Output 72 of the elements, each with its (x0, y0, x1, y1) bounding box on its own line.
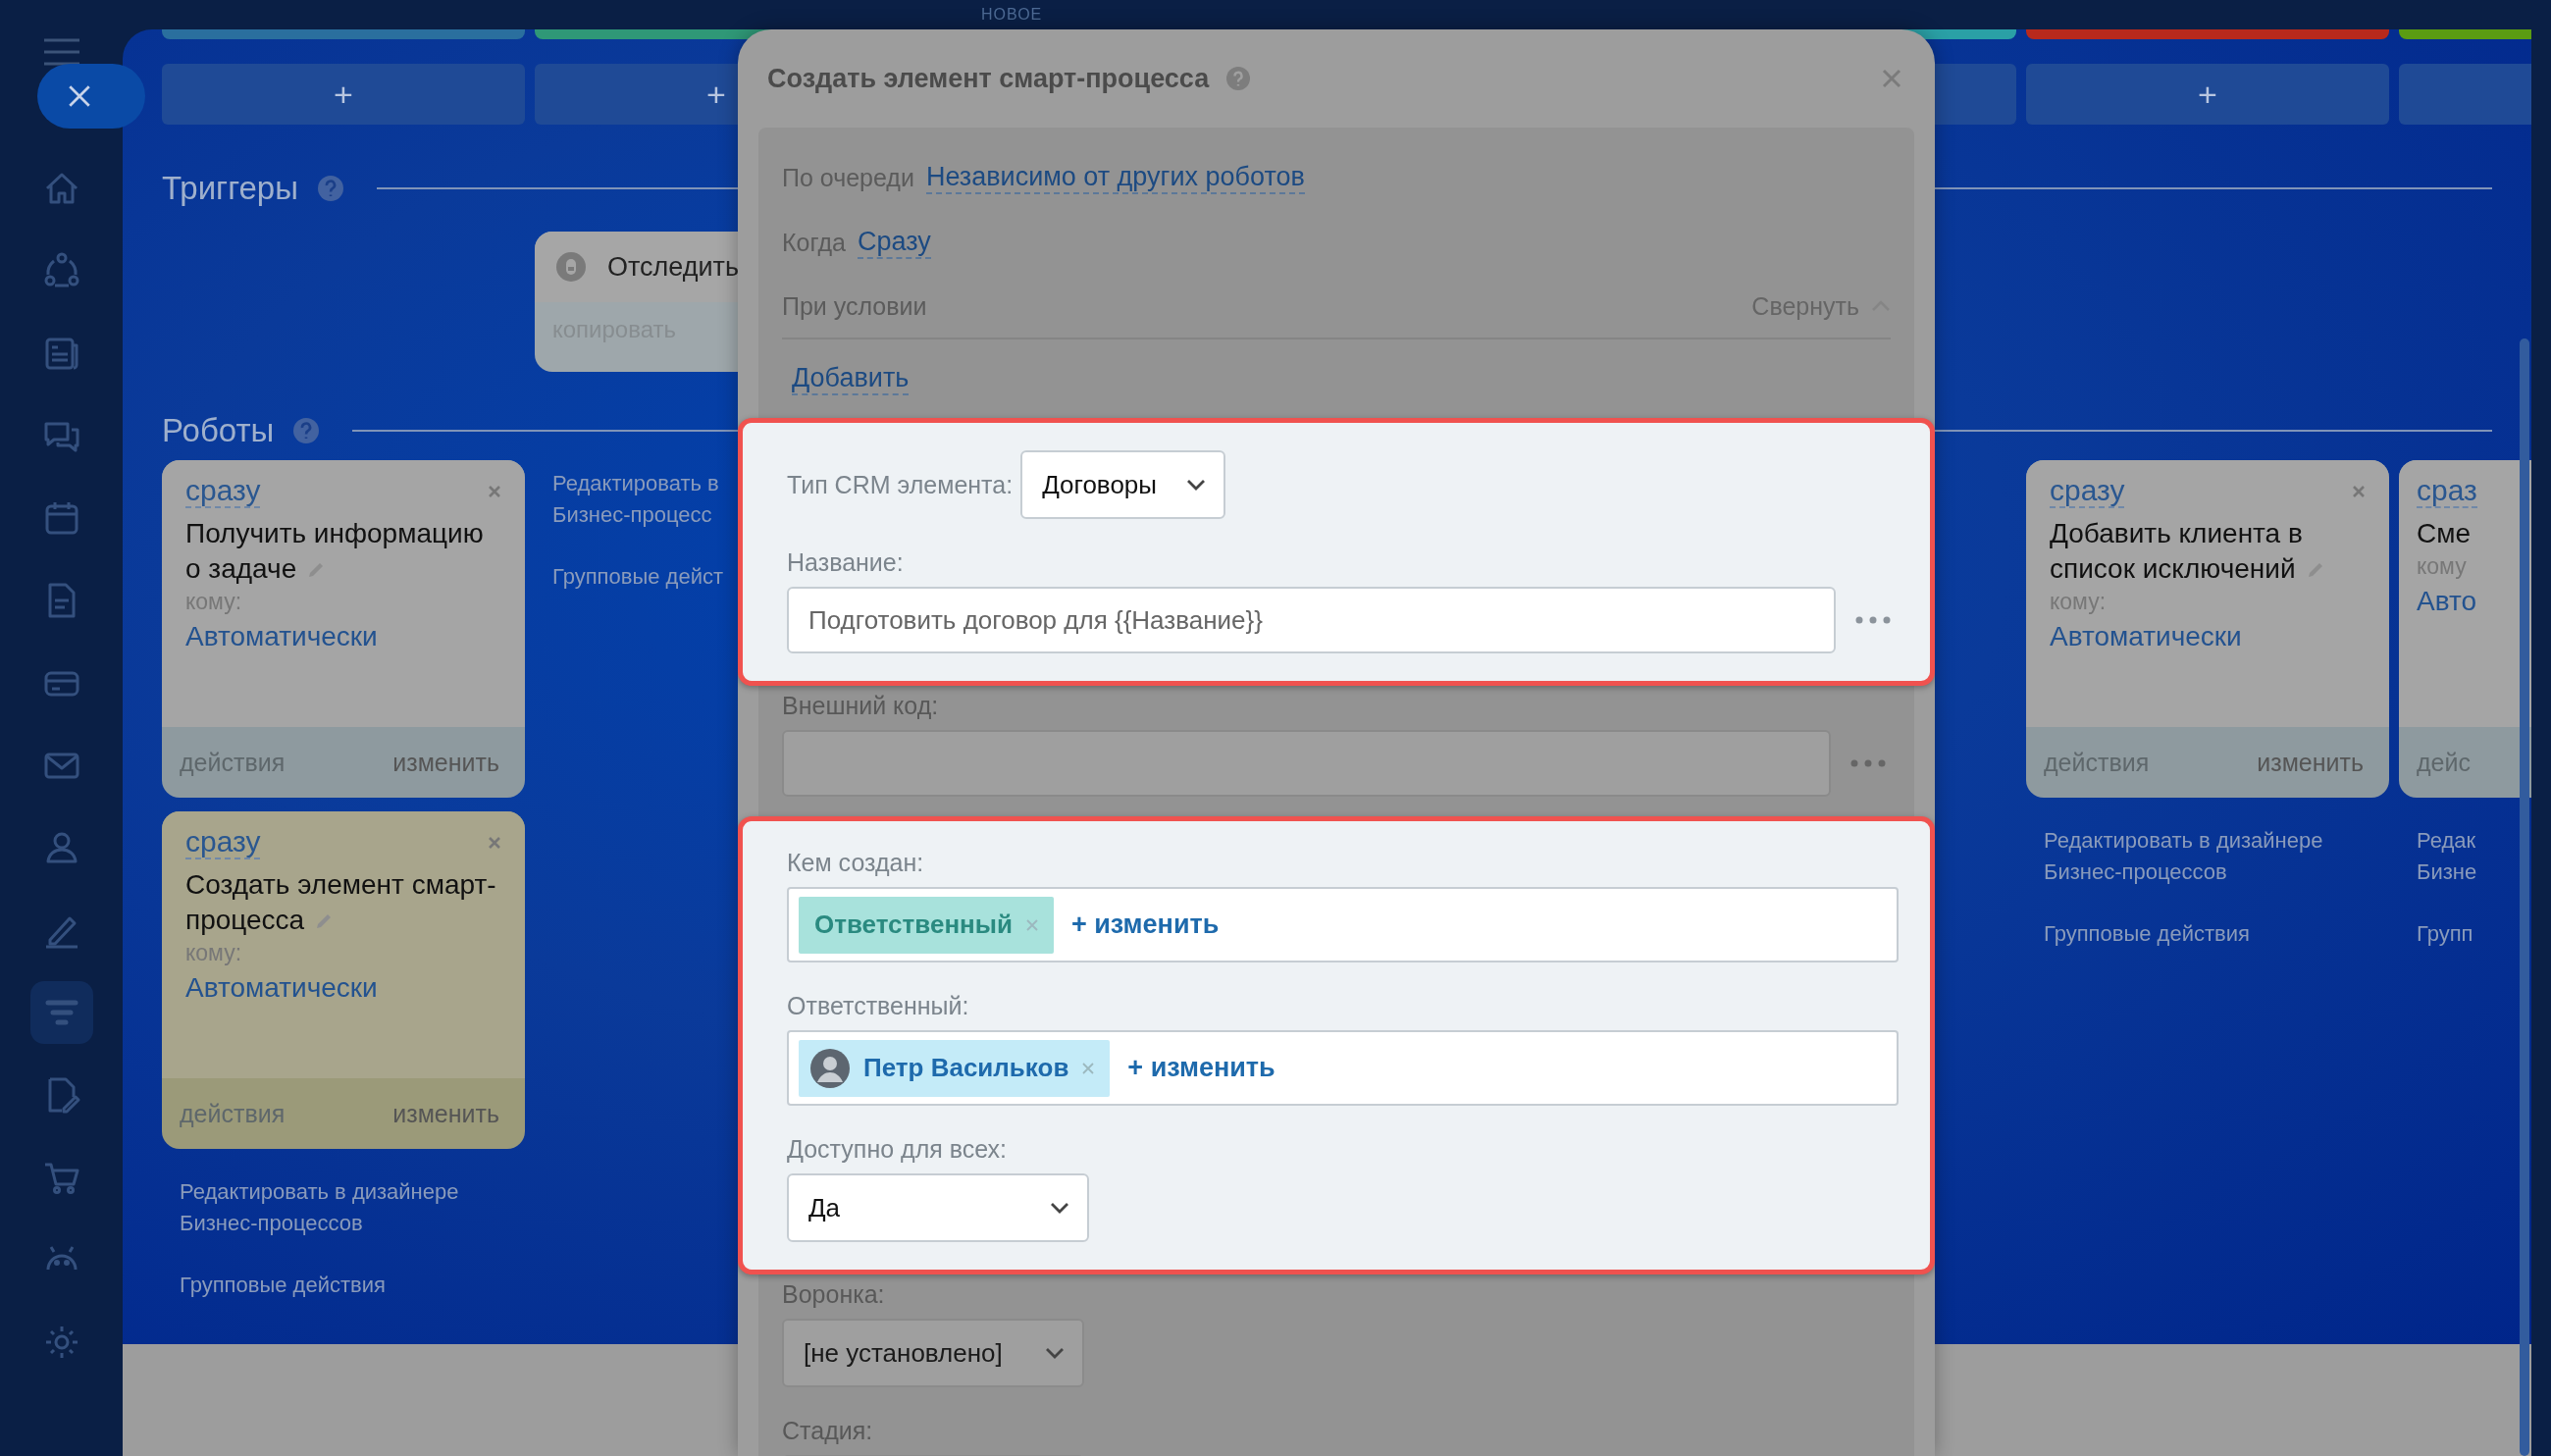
edit-link[interactable]: изменить (392, 1099, 499, 1128)
help-icon[interactable] (317, 176, 343, 201)
select-field[interactable]: Да (787, 1173, 1089, 1242)
field-label: Воронка: (782, 1280, 886, 1309)
chevron-down-icon (1045, 1347, 1065, 1359)
field-label: Доступно для всех: (787, 1135, 1008, 1164)
add-button[interactable]: + (162, 64, 525, 125)
edit-link[interactable]: изменить (392, 748, 499, 777)
section-title: Триггеры (162, 170, 298, 207)
text-field[interactable]: Подготовить договор для {{Название}} (787, 587, 1836, 653)
close-icon[interactable] (1882, 69, 1901, 88)
add-condition-link[interactable]: Добавить (792, 361, 910, 396)
remove-icon[interactable] (1026, 918, 1038, 931)
field-label: Ответственный: (787, 992, 970, 1020)
help-icon[interactable] (1226, 67, 1251, 90)
menu-icon[interactable] (41, 37, 81, 67)
help-icon[interactable] (293, 418, 320, 443)
timing-link[interactable]: сраз (2417, 474, 2477, 508)
edit-link[interactable]: изменить (2257, 748, 2364, 777)
robot-title: Создать элемент смарт-процесса (185, 868, 497, 937)
field-label: Кем создан: (787, 849, 925, 877)
timing-link[interactable]: сразу (185, 825, 261, 859)
section-title: Роботы (162, 412, 275, 449)
user-name: Петр Васильков (863, 1053, 1069, 1083)
add-button[interactable]: + (2026, 64, 2389, 125)
trigger-title: Отследить (607, 251, 739, 283)
remove-icon[interactable] (1082, 1062, 1095, 1074)
designer-link[interactable]: Редактировать в дизайнере Бизнес-процессов (2026, 825, 2389, 888)
recipient-link[interactable]: Автоматически (2050, 621, 2366, 652)
timing-link[interactable]: сразу (2050, 474, 2125, 508)
select-field[interactable]: Договоры (1020, 450, 1225, 519)
actions-link[interactable]: действия (180, 1099, 286, 1128)
more-icon[interactable] (1855, 616, 1891, 624)
recipient-link[interactable]: Автоматически (185, 972, 501, 1004)
field-label: Название: (787, 548, 905, 577)
group-actions-link[interactable]: Групп (2399, 921, 2531, 947)
user-tag[interactable]: Петр Васильков (799, 1039, 1111, 1097)
recipient-link[interactable]: Авто (2417, 586, 2531, 617)
more-icon[interactable] (1850, 759, 1886, 767)
recipient-link[interactable]: Автоматически (185, 621, 501, 652)
select-field[interactable]: [не установлено] (782, 1319, 1084, 1387)
field-label: Тип CRM элемента: (787, 470, 1014, 499)
designer-link[interactable]: Редак Бизне (2399, 825, 2531, 888)
close-icon[interactable] (488, 484, 501, 498)
close-icon (67, 83, 92, 109)
avatar-icon (810, 1048, 850, 1088)
group-actions-link[interactable]: Групповые действия (162, 1273, 525, 1298)
field-label: Внешний код: (782, 692, 940, 720)
user-selector-field[interactable]: Ответственный + изменить (787, 887, 1899, 962)
queue-link[interactable]: Независимо от других роботов (925, 160, 1305, 195)
designer-link[interactable]: Редактировать в дизайнере Бизнес-процессов (162, 1176, 525, 1239)
change-link[interactable]: + изменить (1127, 1053, 1276, 1083)
user-name: Ответственный (814, 910, 1013, 940)
robot-title: Добавить клиента в список исключений (2050, 516, 2366, 587)
field-label: Стадия: (782, 1417, 874, 1445)
timing-link[interactable]: сразу (185, 474, 261, 508)
change-link[interactable]: + изменить (1071, 910, 1220, 940)
scrollbar[interactable] (2520, 338, 2529, 1456)
close-icon[interactable] (2352, 484, 2366, 498)
when-link[interactable]: Сразу (857, 225, 931, 260)
queue-label: По очереди (782, 163, 914, 192)
user-tag[interactable]: Ответственный (799, 896, 1054, 954)
user-selector-field[interactable]: Петр Васильков + изменить (787, 1030, 1899, 1106)
sidebar-item[interactable] (29, 981, 93, 1044)
robot-title: Получить информацию о задаче (185, 517, 485, 586)
chevron-down-icon (1186, 479, 1206, 491)
group-actions-link[interactable]: Групповые действия (2026, 921, 2389, 947)
close-icon[interactable] (488, 835, 501, 850)
robot-title: Сме (2417, 517, 2473, 550)
chevron-down-icon (1050, 1202, 1069, 1214)
stage-label: НОВОЕ (981, 6, 1043, 24)
trigger-icon (556, 252, 586, 282)
